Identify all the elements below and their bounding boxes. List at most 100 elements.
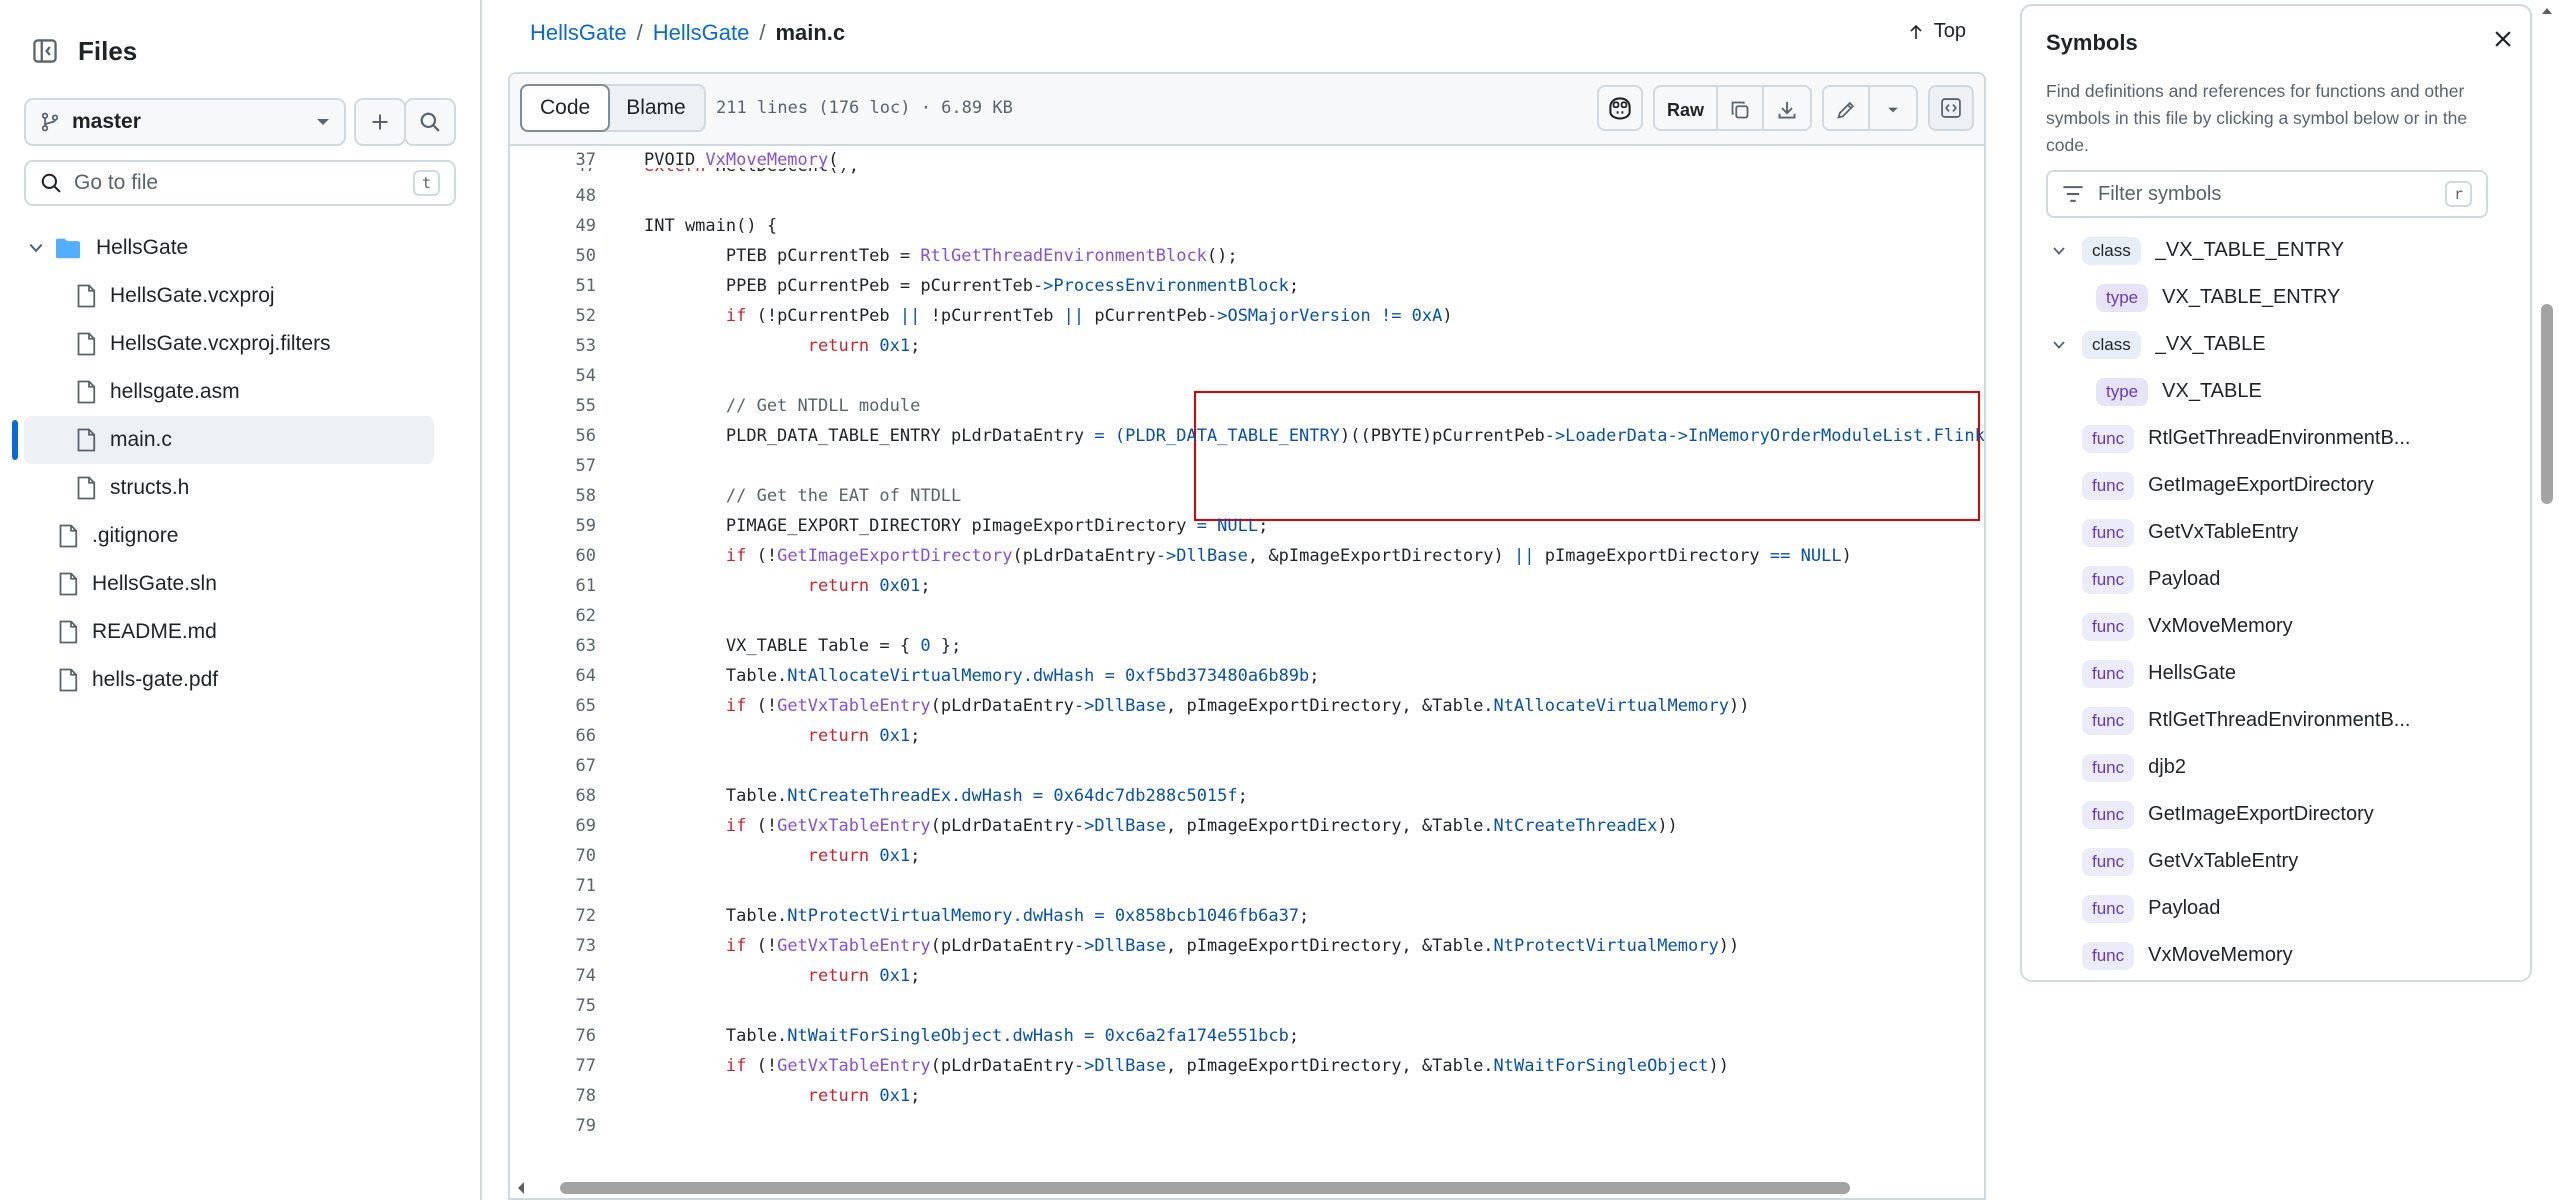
symbol-item[interactable]: func djb2 — [2022, 744, 2530, 791]
line-number[interactable]: 61 — [510, 571, 596, 601]
branch-selector[interactable]: master — [24, 98, 346, 146]
file-tree-header: Files — [24, 30, 137, 72]
chevron-down-icon[interactable] — [2052, 340, 2066, 350]
scroll-right-icon[interactable] — [1982, 1181, 1984, 1195]
symbol-item[interactable]: type VX_TABLE — [2022, 368, 2530, 415]
line-number[interactable]: 70 — [510, 841, 596, 871]
line-number[interactable]: 58 — [510, 481, 596, 511]
tree-file[interactable]: hellsgate.asm — [0, 368, 480, 416]
download-button[interactable] — [1764, 87, 1810, 129]
line-number[interactable]: 77 — [510, 1051, 596, 1081]
line-number[interactable]: 51 — [510, 271, 596, 301]
code-token: ; — [1237, 786, 1248, 806]
symbol-item[interactable]: func VxMoveMemory — [2022, 932, 2530, 979]
line-number[interactable]: 52 — [510, 301, 596, 331]
tree-file[interactable]: HellsGate.vcxproj — [0, 272, 480, 320]
line-number[interactable]: 66 — [510, 721, 596, 751]
line-number[interactable]: 73 — [510, 931, 596, 961]
symbol-item[interactable]: type VX_TABLE_ENTRY — [2022, 274, 2530, 321]
add-file-button[interactable] — [354, 98, 406, 146]
symbol-item[interactable]: func GetVxTableEntry — [2022, 838, 2530, 885]
symbol-item[interactable]: func GetImageExportDirectory — [2022, 462, 2530, 509]
line-number[interactable]: 49 — [510, 211, 596, 241]
line-number[interactable]: 78 — [510, 1081, 596, 1111]
line-number[interactable]: 50 — [510, 241, 596, 271]
symbol-item[interactable]: func Payload — [2022, 885, 2530, 932]
line-number[interactable]: 37 — [510, 146, 596, 174]
chevron-down-icon[interactable] — [2052, 246, 2066, 256]
line-number[interactable]: 65 — [510, 691, 596, 721]
symbol-item[interactable]: class _VX_TABLE_ENTRY — [2022, 227, 2530, 274]
symbol-item[interactable]: func Payload — [2022, 556, 2530, 603]
line-number[interactable]: 74 — [510, 961, 596, 991]
line-number[interactable]: 62 — [510, 601, 596, 631]
tree-file[interactable]: .gitignore — [0, 512, 480, 560]
tree-file[interactable]: hells-gate.pdf — [0, 656, 480, 704]
horizontal-scrollbar-thumb[interactable] — [560, 1182, 1850, 1194]
file-tree: HellsGate HellsGate.vcxproj HellsGate.vcxp… — [0, 224, 480, 704]
code-view[interactable]: 37PVOID VxMoveMemory(47extern HellDescen… — [510, 146, 1984, 1146]
page-vertical-scrollbar[interactable] — [2535, 0, 2559, 1200]
symbol-item[interactable]: func GetVxTableEntry — [2022, 509, 2530, 556]
line-number[interactable]: 79 — [510, 1111, 596, 1141]
edit-file-button[interactable] — [1824, 87, 1870, 129]
line-number[interactable]: 71 — [510, 871, 596, 901]
search-files-button[interactable] — [404, 98, 456, 146]
tree-file[interactable]: structs.h — [0, 464, 480, 512]
line-number[interactable]: 67 — [510, 751, 596, 781]
line-number[interactable]: 54 — [510, 361, 596, 391]
symbol-kind-badge: class — [2082, 330, 2141, 359]
tree-file[interactable]: main.c — [0, 416, 480, 464]
symbol-name: GetVxTableEntry — [2148, 521, 2299, 543]
raw-button[interactable]: Raw — [1654, 87, 1718, 129]
line-number[interactable]: 48 — [510, 181, 596, 211]
symbol-item[interactable]: func RtlGetThreadEnvironmentB... — [2022, 697, 2530, 744]
scroll-to-top-button[interactable]: Top — [1908, 20, 1966, 43]
line-number[interactable]: 53 — [510, 331, 596, 361]
symbol-item[interactable]: func GetImageExportDirectory — [2022, 791, 2530, 838]
tree-file[interactable]: README.md — [0, 608, 480, 656]
symbol-kind-badge: func — [2082, 753, 2135, 782]
line-number[interactable]: 63 — [510, 631, 596, 661]
symbol-item[interactable]: class _VX_TABLE — [2022, 321, 2530, 368]
collapse-sidebar-button[interactable] — [24, 30, 66, 72]
symbol-item[interactable]: func VxMoveMemory — [2022, 603, 2530, 650]
symbols-panel-toggle[interactable] — [1928, 85, 1974, 131]
breadcrumb-repo-link[interactable]: HellsGate — [530, 20, 627, 46]
tree-folder[interactable]: HellsGate — [0, 224, 480, 272]
line-number[interactable]: 68 — [510, 781, 596, 811]
horizontal-scrollbar[interactable] — [510, 1176, 1984, 1198]
symbol-item[interactable]: func HellsGate — [2022, 650, 2530, 697]
close-symbols-button[interactable] — [2492, 28, 2514, 50]
line-number[interactable]: 56 — [510, 421, 596, 451]
page-scrollbar-thumb[interactable] — [2541, 304, 2553, 504]
line-number[interactable]: 57 — [510, 451, 596, 481]
line-number[interactable]: 72 — [510, 901, 596, 931]
code-token: ( — [828, 150, 839, 170]
scroll-up-icon[interactable] — [2541, 6, 2553, 16]
code-line: 64 Table.NtAllocateVirtualMemory.dwHash … — [510, 661, 1984, 691]
tab-code[interactable]: Code — [520, 84, 611, 132]
line-number[interactable]: 80 — [510, 1141, 596, 1146]
code-line: 72 Table.NtProtectVirtualMemory.dwHash =… — [510, 901, 1984, 931]
tree-file[interactable]: HellsGate.vcxproj.filters — [0, 320, 480, 368]
more-edit-options-button[interactable] — [1870, 87, 1916, 129]
copy-raw-button[interactable] — [1718, 87, 1764, 129]
line-number[interactable]: 76 — [510, 1021, 596, 1051]
copilot-button[interactable] — [1596, 85, 1643, 131]
filter-symbols-input[interactable]: Filter symbols r — [2046, 170, 2488, 218]
line-number[interactable]: 59 — [510, 511, 596, 541]
chevron-down-icon[interactable] — [28, 242, 44, 254]
tree-file[interactable]: HellsGate.sln — [0, 560, 480, 608]
line-number[interactable]: 55 — [510, 391, 596, 421]
line-number[interactable]: 75 — [510, 991, 596, 1021]
sticky-code-line: 37 PVOID VxMoveMemory( — [510, 146, 1984, 170]
line-number[interactable]: 64 — [510, 661, 596, 691]
go-to-file-input[interactable]: Go to file t — [24, 160, 456, 206]
line-number[interactable]: 60 — [510, 541, 596, 571]
line-number[interactable]: 69 — [510, 811, 596, 841]
symbol-item[interactable]: func RtlGetThreadEnvironmentB... — [2022, 415, 2530, 462]
breadcrumb-folder-link[interactable]: HellsGate — [653, 20, 750, 46]
scroll-left-icon[interactable] — [516, 1181, 526, 1195]
tab-blame[interactable]: Blame — [608, 86, 704, 130]
